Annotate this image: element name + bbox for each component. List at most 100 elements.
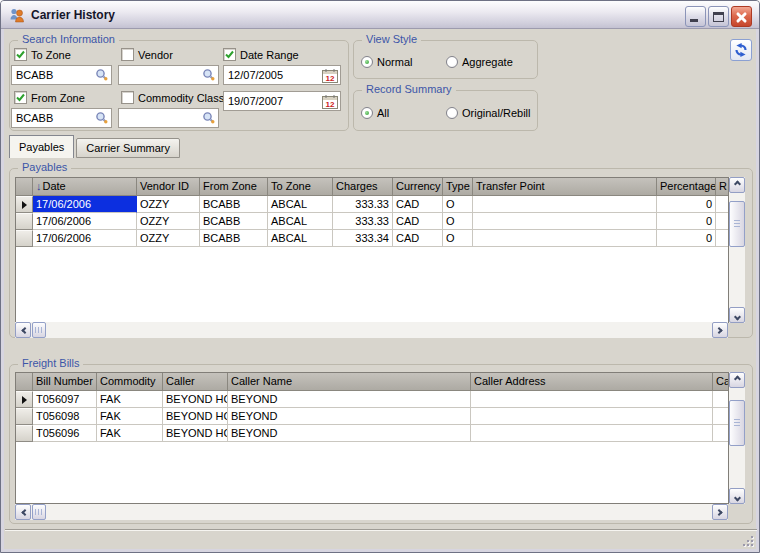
grid-cell[interactable]: CAD xyxy=(393,230,443,247)
grid-cell[interactable]: O xyxy=(443,196,473,213)
refresh-button[interactable] xyxy=(730,39,752,61)
grid-cell[interactable]: CAD xyxy=(393,213,443,230)
tab-payables[interactable]: Payables xyxy=(9,135,74,158)
radio-icon[interactable] xyxy=(446,107,458,119)
grid-cell[interactable]: ABCAL xyxy=(268,196,333,213)
grid-row[interactable]: 17/06/2006OZZYBCABBABCAL333.33CADO 0 xyxy=(16,213,728,230)
title-bar[interactable]: Carrier History xyxy=(1,1,759,29)
date-from-field[interactable]: 12/07/2005 12 xyxy=(223,65,341,85)
grid-cell[interactable]: 17/06/2006 xyxy=(33,213,137,230)
grid-cell[interactable]: O xyxy=(443,213,473,230)
grid-cell[interactable]: 333.33 xyxy=(333,213,393,230)
grid-cell[interactable]: T056098 xyxy=(33,408,97,425)
row-selector[interactable] xyxy=(16,230,33,247)
column-header[interactable]: Currency xyxy=(393,178,443,196)
grid-cell[interactable]: 333.34 xyxy=(333,230,393,247)
all-radio[interactable]: All xyxy=(361,107,389,119)
payables-vertical-scrollbar[interactable] xyxy=(729,177,745,323)
grid-cell[interactable]: OZZY xyxy=(137,196,200,213)
from-zone-field[interactable]: BCABB xyxy=(11,108,112,128)
vendor-field[interactable] xyxy=(118,65,219,85)
grid-cell[interactable] xyxy=(713,425,729,442)
checkbox-icon[interactable] xyxy=(14,48,27,61)
row-selector[interactable] xyxy=(16,391,33,408)
grid-cell[interactable] xyxy=(716,196,729,213)
grid-cell[interactable] xyxy=(716,230,729,247)
grid-cell[interactable]: BEYOND HOP xyxy=(163,391,228,408)
grid-cell[interactable]: CAD xyxy=(393,196,443,213)
grid-cell[interactable]: 333.33 xyxy=(333,196,393,213)
calendar-icon[interactable]: 12 xyxy=(322,94,338,109)
radio-icon[interactable] xyxy=(446,56,458,68)
calendar-icon[interactable]: 12 xyxy=(322,68,338,83)
tab-carrier-summary[interactable]: Carrier Summary xyxy=(76,138,180,158)
column-header[interactable]: Call xyxy=(713,373,729,391)
grid-cell[interactable]: BCABB xyxy=(200,196,268,213)
column-header[interactable]: ↓Date xyxy=(33,178,137,196)
row-selector[interactable] xyxy=(16,213,33,230)
normal-radio[interactable]: Normal xyxy=(361,56,412,68)
grid-cell[interactable]: BEYOND HOP xyxy=(163,425,228,442)
column-header[interactable]: Type xyxy=(443,178,473,196)
grid-cell[interactable]: BEYOND xyxy=(228,408,471,425)
column-header[interactable]: Charges xyxy=(333,178,393,196)
grid-cell[interactable]: BCABB xyxy=(200,213,268,230)
grid-cell[interactable]: 0 xyxy=(657,230,716,247)
scroll-down-button[interactable] xyxy=(729,488,745,504)
maximize-button[interactable] xyxy=(708,6,729,27)
grid-row[interactable]: 17/06/2006OZZYBCABBABCAL333.33CADO0 xyxy=(16,196,728,213)
grid-cell[interactable]: FAK xyxy=(97,408,163,425)
grid-cell[interactable]: FAK xyxy=(97,391,163,408)
grid-cell[interactable] xyxy=(471,425,713,442)
freight-horizontal-scrollbar[interactable] xyxy=(15,504,728,520)
scroll-down-button[interactable] xyxy=(729,307,745,323)
grid-row[interactable]: T056097FAKBEYOND HOPBEYOND xyxy=(16,391,728,408)
checkbox-icon[interactable] xyxy=(223,48,236,61)
grid-cell[interactable] xyxy=(471,408,713,425)
grid-cell[interactable] xyxy=(713,391,729,408)
original-rebill-radio[interactable]: Original/Rebill xyxy=(446,107,530,119)
column-header[interactable]: Vendor ID xyxy=(137,178,200,196)
grid-cell[interactable]: ABCAL xyxy=(268,213,333,230)
grid-cell[interactable]: OZZY xyxy=(137,213,200,230)
row-selector[interactable] xyxy=(16,196,33,213)
column-header[interactable]: Percentage xyxy=(657,178,716,196)
scrollbar-thumb[interactable] xyxy=(729,400,745,446)
grid-cell[interactable] xyxy=(471,391,713,408)
freight-vertical-scrollbar[interactable] xyxy=(729,372,745,504)
row-selector[interactable] xyxy=(16,408,33,425)
grid-row[interactable]: 17/06/2006OZZYBCABBABCAL333.34CADO0 xyxy=(16,230,728,247)
commodity-class-field[interactable] xyxy=(118,108,219,128)
checkbox-icon[interactable] xyxy=(121,91,134,104)
grid-cell[interactable]: T056096 xyxy=(33,425,97,442)
column-header[interactable]: Caller xyxy=(163,373,228,391)
lookup-icon[interactable] xyxy=(95,111,109,125)
from-zone-checkbox[interactable]: From Zone xyxy=(14,91,85,104)
grid-cell[interactable]: 17/06/2006 xyxy=(33,230,137,247)
date-range-checkbox[interactable]: Date Range xyxy=(223,48,299,61)
lookup-icon[interactable] xyxy=(202,111,216,125)
commodity-class-checkbox[interactable]: Commodity Class xyxy=(121,91,224,104)
grid-cell[interactable]: BEYOND HOP xyxy=(163,408,228,425)
row-selector[interactable] xyxy=(16,425,33,442)
column-header[interactable]: Transfer Point xyxy=(473,178,657,196)
lookup-icon[interactable] xyxy=(95,68,109,82)
payables-horizontal-scrollbar[interactable] xyxy=(15,322,728,338)
column-header[interactable]: Commodity xyxy=(97,373,163,391)
radio-icon[interactable] xyxy=(361,56,373,68)
scroll-up-button[interactable] xyxy=(729,372,745,388)
grid-cell[interactable]: 0 xyxy=(657,213,716,230)
grid-cell[interactable]: 17/06/2006 xyxy=(33,196,137,213)
grid-cell[interactable]: FAK xyxy=(97,425,163,442)
to-zone-checkbox[interactable]: To Zone xyxy=(14,48,71,61)
grid-cell[interactable]: O xyxy=(443,230,473,247)
column-header[interactable]: To Zone xyxy=(268,178,333,196)
scroll-left-button[interactable] xyxy=(15,322,31,338)
grid-cell[interactable] xyxy=(473,196,657,213)
grid-cell[interactable] xyxy=(473,230,657,247)
date-to-field[interactable]: 19/07/2007 12 xyxy=(223,91,341,111)
grid-cell[interactable] xyxy=(473,213,657,230)
lookup-icon[interactable] xyxy=(202,68,216,82)
scroll-up-button[interactable] xyxy=(729,177,745,193)
minimize-button[interactable] xyxy=(685,6,706,27)
